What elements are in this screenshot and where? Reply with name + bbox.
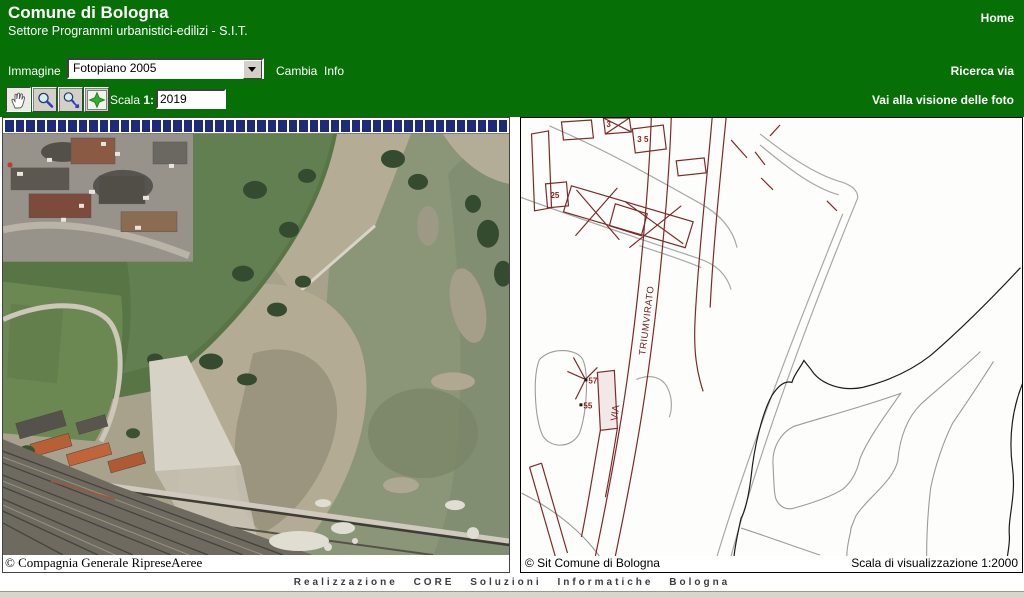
progress-block xyxy=(121,120,130,132)
progress-block xyxy=(331,120,340,132)
header: Comune di Bologna Settore Programmi urba… xyxy=(0,0,1024,117)
pan-hand-icon xyxy=(9,90,29,110)
progress-block xyxy=(47,120,56,132)
progress-block xyxy=(352,120,361,132)
progress-block xyxy=(110,120,119,132)
progress-block xyxy=(5,120,14,132)
cambia-link[interactable]: Cambia xyxy=(276,64,317,78)
scala-label: Scala 1: xyxy=(110,93,154,107)
full-extent-tool-button[interactable] xyxy=(84,87,109,112)
scala-ratio: 1: xyxy=(143,93,154,107)
progress-block xyxy=(320,120,329,132)
map-credit: © Sit Comune di Bologna xyxy=(525,556,660,572)
progress-block xyxy=(415,120,424,132)
progress-block xyxy=(226,120,235,132)
progress-block xyxy=(26,120,35,132)
progress-block xyxy=(257,120,266,132)
zoom-area-icon xyxy=(61,90,81,110)
immagine-label: Immagine xyxy=(8,64,61,78)
progress-block xyxy=(173,120,182,132)
full-extent-icon xyxy=(87,90,107,110)
progress-block xyxy=(478,120,487,132)
home-link[interactable]: Home xyxy=(981,11,1014,25)
progress-block xyxy=(446,120,455,132)
progress-block xyxy=(152,120,161,132)
zoom-area-tool-button[interactable] xyxy=(58,87,83,112)
progress-block xyxy=(184,120,193,132)
progress-block xyxy=(163,120,172,132)
progress-block xyxy=(310,120,319,132)
map-scale-text: Scala di visualizzazione 1:2000 xyxy=(851,556,1018,572)
progress-block xyxy=(457,120,466,132)
footer-text: Realizzazione CORE Soluzioni Informatich… xyxy=(0,574,1024,591)
bottom-strip xyxy=(0,591,1024,598)
photo-credit: © Compagnia Generale RipreseAeree xyxy=(3,555,509,572)
map-number-3: 3 xyxy=(606,120,611,129)
aerial-photo[interactable] xyxy=(3,134,509,555)
progress-block xyxy=(499,120,508,132)
progress-block xyxy=(16,120,25,132)
page: Comune di Bologna Settore Programmi urba… xyxy=(0,0,1024,598)
progress-block xyxy=(142,120,151,132)
aerial-photo-panel[interactable]: © Compagnia Generale RipreseAeree xyxy=(2,117,510,573)
map-number-55: 55 xyxy=(583,401,592,410)
progress-block xyxy=(436,120,445,132)
progress-block xyxy=(404,120,413,132)
zoom-tool-button[interactable] xyxy=(32,87,57,112)
progress-block xyxy=(268,120,277,132)
chevron-down-icon xyxy=(248,67,256,72)
info-link[interactable]: Info xyxy=(324,64,344,78)
page-title: Comune di Bologna xyxy=(8,3,169,23)
progress-block xyxy=(247,120,256,132)
vector-map-panel[interactable]: 25 3 5 3 57 55 TRIUMVIRATO VIA © Sit Com… xyxy=(520,117,1023,573)
progress-block xyxy=(58,120,67,132)
progress-block xyxy=(383,120,392,132)
progress-block xyxy=(467,120,476,132)
progress-block xyxy=(278,120,287,132)
progress-bar xyxy=(3,118,509,134)
progress-block xyxy=(362,120,371,132)
progress-block xyxy=(194,120,203,132)
progress-block xyxy=(289,120,298,132)
vai-foto-link[interactable]: Vai alla visione delle foto xyxy=(872,93,1014,107)
progress-block xyxy=(37,120,46,132)
image-select[interactable]: Fotopiano 2005 xyxy=(67,58,264,79)
progress-block xyxy=(341,120,350,132)
map-credit-bar: © Sit Comune di Bologna Scala di visuali… xyxy=(521,556,1022,572)
page-subtitle: Settore Programmi urbanistici-edilizi - … xyxy=(8,24,248,38)
progress-block xyxy=(236,120,245,132)
progress-block xyxy=(488,120,497,132)
street-label-via: VIA xyxy=(609,404,622,422)
image-select-value: Fotopiano 2005 xyxy=(73,61,156,75)
progress-block xyxy=(100,120,109,132)
progress-block xyxy=(215,120,224,132)
progress-block xyxy=(299,120,308,132)
progress-block xyxy=(425,120,434,132)
progress-block xyxy=(131,120,140,132)
scala-input[interactable] xyxy=(156,89,226,109)
dropdown-arrow-button[interactable] xyxy=(243,60,262,79)
map-toolbar xyxy=(6,87,110,112)
ricerca-via-link[interactable]: Ricerca via xyxy=(951,64,1014,78)
vector-map[interactable]: 25 3 5 3 57 55 TRIUMVIRATO VIA xyxy=(521,118,1022,556)
map-number-57: 57 xyxy=(588,376,597,385)
map-number-25: 25 xyxy=(551,191,560,200)
pan-tool-button[interactable] xyxy=(6,87,31,112)
progress-block xyxy=(394,120,403,132)
progress-block xyxy=(79,120,88,132)
scala-word: Scala xyxy=(110,93,140,107)
progress-block xyxy=(205,120,214,132)
progress-block xyxy=(89,120,98,132)
progress-block xyxy=(68,120,77,132)
map-number-35: 3 5 xyxy=(637,135,649,144)
progress-block xyxy=(373,120,382,132)
zoom-icon xyxy=(35,90,55,110)
